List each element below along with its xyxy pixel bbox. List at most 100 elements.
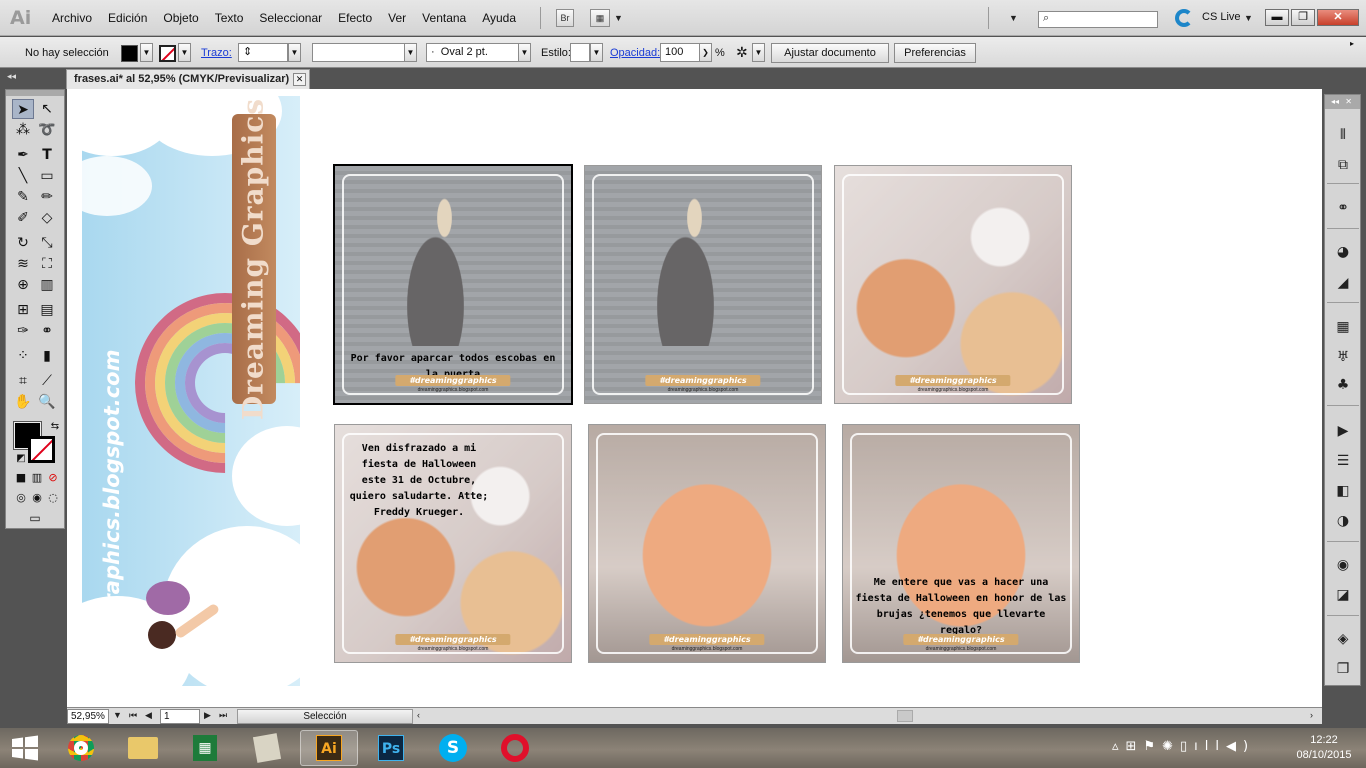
cs-live-caret-icon[interactable]: ▼: [1244, 13, 1253, 23]
preferences-button[interactable]: Preferencias: [894, 43, 976, 63]
fill-dropdown[interactable]: ▼: [140, 43, 153, 62]
pencil-tool-icon[interactable]: ✏: [36, 187, 58, 207]
menu-ventana[interactable]: Ventana: [414, 11, 474, 25]
pen-tool-icon[interactable]: ✒: [12, 145, 34, 165]
artboard-canvas[interactable]: Dreaming Graphics dreaminggraphics.blogs…: [67, 89, 1322, 707]
scroll-left-icon[interactable]: ‹: [417, 710, 420, 720]
battery-icon[interactable]: ▯: [1180, 739, 1194, 754]
links-panel-icon[interactable]: ⚭: [1332, 198, 1354, 218]
tools-panel-grip[interactable]: [6, 90, 64, 96]
network-signal-icon[interactable]: ıll: [1194, 739, 1226, 754]
menu-archivo[interactable]: Archivo: [44, 11, 100, 25]
skype-taskbar-icon[interactable]: S: [424, 730, 482, 766]
illustrator-taskbar-icon[interactable]: Ai: [300, 730, 358, 766]
artboard-tool-icon[interactable]: ⌗: [12, 371, 34, 391]
workspace-caret-icon[interactable]: ▼: [1009, 13, 1018, 23]
dock-header[interactable]: ◂◂ ✕: [1325, 95, 1360, 109]
halloween-post[interactable]: Ven disfrazado a mi fiesta de Halloween …: [334, 424, 572, 663]
zoom-tool-icon[interactable]: 🔍: [36, 392, 58, 412]
clock-time[interactable]: 12:22: [1296, 734, 1352, 746]
volume-icon[interactable]: ◀): [1226, 739, 1255, 754]
arrange-caret-icon[interactable]: ▼: [614, 13, 623, 23]
blob-brush-tool-icon[interactable]: ✐: [12, 208, 34, 228]
halloween-post[interactable]: #dreaminggraphics dreaminggraphics.blogs…: [588, 424, 826, 663]
previous-artboard-icon[interactable]: ◀: [145, 710, 152, 721]
variable-width-profile[interactable]: [312, 43, 405, 62]
scroll-right-icon[interactable]: ›: [1310, 710, 1313, 720]
windows-start-icon[interactable]: [8, 733, 42, 763]
stroke-color-swatch[interactable]: [159, 45, 176, 62]
maximize-button[interactable]: ❐: [1291, 9, 1315, 26]
artboards-panel-icon[interactable]: ❐: [1332, 659, 1354, 679]
mesh-tool-icon[interactable]: ⊞: [12, 300, 34, 320]
menu-ayuda[interactable]: Ayuda: [474, 11, 524, 25]
swatches-panel-icon[interactable]: ▦: [1332, 317, 1354, 337]
brushes-panel-icon[interactable]: ♅: [1332, 347, 1354, 367]
variable-width-dropdown[interactable]: ▼: [404, 43, 417, 62]
draw-inside-icon[interactable]: ◌: [42, 488, 64, 508]
halloween-post[interactable]: #dreaminggraphics dreaminggraphics.blogs…: [834, 165, 1072, 404]
direct-selection-tool-icon[interactable]: ↖: [36, 99, 58, 119]
brush-definition-field[interactable]: · Oval 2 pt.: [426, 43, 519, 62]
color-panel-icon[interactable]: ◕: [1332, 242, 1354, 262]
zoom-dropdown-icon[interactable]: ▼: [113, 710, 122, 720]
file-explorer-taskbar-icon[interactable]: [114, 730, 172, 766]
magic-wand-tool-icon[interactable]: ⁂: [12, 120, 34, 140]
actions-panel-icon[interactable]: ▶: [1332, 421, 1354, 441]
show-hidden-icons-icon[interactable]: ▵: [1112, 739, 1126, 754]
transparency-panel-icon[interactable]: ◑: [1332, 511, 1354, 531]
arrange-documents-button[interactable]: ▦: [590, 9, 610, 27]
halloween-post[interactable]: Por favor aparcar todos escobas en la pu…: [333, 164, 573, 405]
swap-colors-icon[interactable]: ⇆: [44, 417, 66, 437]
chrome-taskbar-icon[interactable]: [52, 730, 110, 766]
expand-dock-icon[interactable]: ◂◂: [1331, 97, 1339, 106]
symbol-sprayer-tool-icon[interactable]: ⁘: [12, 346, 34, 366]
selection-tool-icon[interactable]: ➤: [12, 99, 34, 119]
scale-tool-icon[interactable]: ⤡: [36, 233, 58, 253]
stroke-weight-dropdown[interactable]: ▼: [288, 43, 301, 62]
fill-color-swatch[interactable]: [121, 45, 138, 62]
recolor-dropdown[interactable]: ▼: [752, 43, 765, 62]
banner-artboard[interactable]: Dreaming Graphics dreaminggraphics.blogs…: [82, 96, 300, 686]
artboard-number-input[interactable]: 1: [160, 709, 200, 724]
gradient-panel-icon[interactable]: ◧: [1332, 481, 1354, 501]
none-mode-icon[interactable]: ⊘: [42, 468, 64, 488]
blend-tool-icon[interactable]: ⚭: [36, 321, 58, 341]
graphic-style-dropdown[interactable]: ▼: [590, 43, 603, 62]
windows-flag-icon[interactable]: ⊞: [1126, 739, 1144, 754]
fit-document-button[interactable]: Ajustar documento: [771, 43, 889, 63]
brush-definition-dropdown[interactable]: ▼: [518, 43, 531, 62]
menu-texto[interactable]: Texto: [207, 11, 252, 25]
pathfinder-panel-icon[interactable]: ⧉: [1332, 155, 1354, 175]
status-display[interactable]: Selección: [237, 709, 413, 724]
perspective-grid-tool-icon[interactable]: ▥: [36, 275, 58, 295]
action-center-flag-icon[interactable]: ⚑: [1143, 739, 1162, 754]
stroke-dropdown[interactable]: ▼: [178, 43, 191, 62]
close-window-button[interactable]: ✕: [1317, 9, 1359, 26]
help-search-input[interactable]: ⌕: [1038, 11, 1158, 28]
recolor-artwork-icon[interactable]: ✲: [736, 44, 748, 61]
align-panel-icon[interactable]: ⫴: [1332, 125, 1354, 145]
layers-panel-icon[interactable]: ◈: [1332, 629, 1354, 649]
stroke-panel-icon[interactable]: ☰: [1332, 451, 1354, 471]
bridge-button[interactable]: Br: [556, 9, 574, 27]
paintbrush-tool-icon[interactable]: ✎: [12, 187, 34, 207]
free-transform-tool-icon[interactable]: ⛶: [36, 254, 58, 274]
zoom-level-input[interactable]: 52,95%: [67, 709, 109, 724]
graph-tool-icon[interactable]: ▮: [36, 346, 58, 366]
line-tool-icon[interactable]: ╲: [12, 166, 34, 186]
close-document-button[interactable]: ✕: [293, 73, 306, 86]
cs-live-label[interactable]: CS Live: [1202, 11, 1241, 23]
gradient-tool-icon[interactable]: ▤: [36, 300, 58, 320]
opacity-link[interactable]: Opacidad:: [610, 47, 660, 59]
cs-live-icon[interactable]: [1175, 9, 1193, 27]
clock-date[interactable]: 08/10/2015: [1282, 749, 1366, 761]
halloween-post[interactable]: Me entere que vas a hacer una fiesta de …: [842, 424, 1080, 663]
type-tool-icon[interactable]: T: [36, 145, 58, 165]
minimize-button[interactable]: ▬: [1265, 9, 1289, 26]
control-bar-menu-icon[interactable]: ▸: [1350, 39, 1354, 48]
graphic-styles-panel-icon[interactable]: ◪: [1332, 585, 1354, 605]
horizontal-scrollbar-thumb[interactable]: [897, 710, 913, 722]
menu-ver[interactable]: Ver: [380, 11, 414, 25]
menu-objeto[interactable]: Objeto: [155, 11, 206, 25]
